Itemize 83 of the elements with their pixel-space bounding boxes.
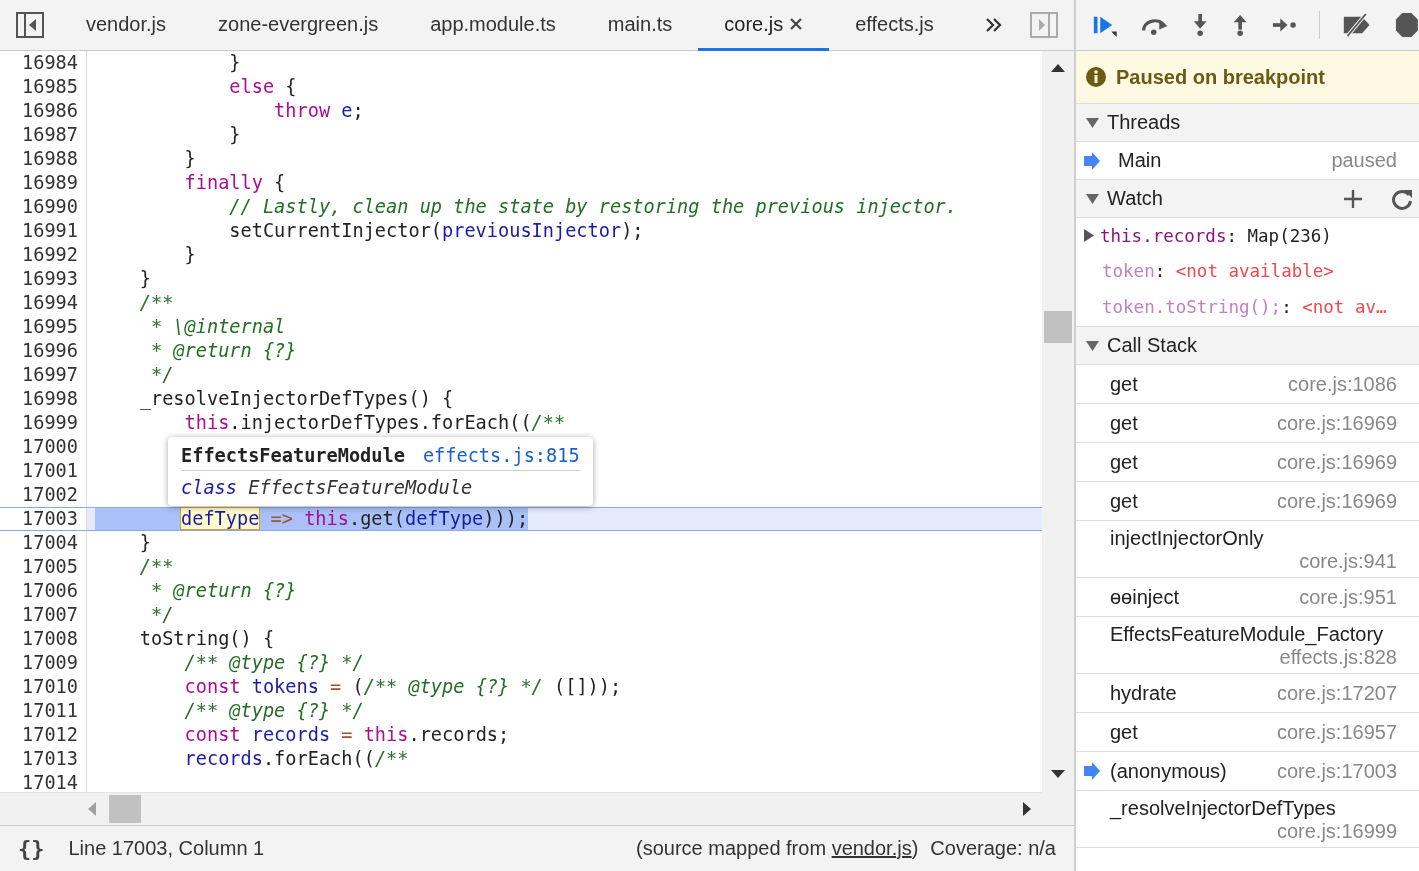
code-line: const records = this.records; (183, 723, 510, 747)
close-icon[interactable] (789, 17, 804, 31)
watch-expression: token: <not available> (1102, 260, 1334, 281)
watch-expression: token.toString();: <not av… (1102, 297, 1387, 317)
code-line: } (228, 51, 241, 75)
line-number: 17003 (0, 508, 87, 530)
frame-location[interactable]: core.js:16969 (1276, 411, 1397, 435)
collapse-triangle-icon[interactable] (1086, 192, 1099, 205)
frame-location[interactable]: core.js:1086 (1288, 372, 1397, 396)
source-link[interactable]: effects.js:815 (422, 445, 580, 466)
collapse-triangle-icon[interactable] (1086, 116, 1099, 129)
code-line: } (138, 267, 151, 291)
source-link[interactable]: vendor.js (831, 837, 912, 859)
frame-name[interactable]: hydrate (1110, 681, 1277, 705)
code-line: finally { (183, 171, 286, 195)
frame-location[interactable]: core.js:16957 (1276, 720, 1397, 744)
code-line: /** (138, 555, 174, 579)
code-line: */ (149, 603, 174, 627)
scroll-up-icon[interactable] (1050, 63, 1066, 73)
pretty-print-button[interactable]: {} (18, 836, 45, 861)
code-line: * \@internal (149, 315, 286, 339)
collapse-triangle-icon[interactable] (1086, 339, 1099, 352)
code-line: * @return {?} (149, 339, 297, 363)
expand-triangle-icon[interactable] (1084, 229, 1094, 242)
file-tab[interactable]: core.js (698, 0, 830, 51)
code-line: this.injectorDefTypes.forEach((/** (183, 411, 566, 435)
add-icon[interactable] (1343, 188, 1363, 209)
code-line: } (183, 147, 196, 171)
frame-name[interactable]: _resolveInjectorDefTypes (1110, 797, 1397, 820)
paused-message: Paused on breakpoint (1116, 65, 1325, 89)
frame-name[interactable]: get (1110, 450, 1277, 474)
thread-name[interactable]: Main (1118, 149, 1332, 172)
code-line: // Lastly, clean up the state by restoring the previous injector. (228, 195, 957, 219)
code-line: } (183, 243, 196, 267)
watch-expression: this.records: Map(236) (1100, 225, 1332, 246)
code-line: /** (138, 291, 174, 315)
file-tab[interactable]: effects.js (829, 0, 960, 51)
code-line: setCurrentInjector(previousInjector); (228, 219, 644, 243)
frame-location[interactable]: core.js:17003 (1276, 759, 1397, 783)
cursor-position: Line 17003, Column 1 (68, 837, 265, 860)
code-line: else { (228, 75, 297, 99)
code-line: _resolveInjectorDefTypes() { (138, 387, 454, 411)
frame-location[interactable]: core.js:941 (1084, 550, 1397, 573)
frame-name[interactable]: ɵɵinject (1110, 585, 1300, 609)
frame-location[interactable]: effects.js:828 (1084, 646, 1397, 669)
scrollbar-thumb[interactable] (109, 795, 141, 823)
scrollbar-thumb[interactable] (1044, 311, 1072, 343)
tooltip-signature: class EffectsFeatureModule (181, 476, 474, 498)
code-line: } (138, 531, 151, 555)
frame-location[interactable]: core.js:16969 (1276, 450, 1397, 474)
thread-status: paused (1331, 149, 1397, 172)
tooltip-title: EffectsFeatureModule (181, 445, 405, 466)
frame-location[interactable]: core.js:17207 (1276, 681, 1397, 705)
scroll-down-icon[interactable] (1050, 769, 1066, 779)
source-map-info: (source mapped from vendor.js) (636, 837, 919, 860)
code-line: /** @type {?} */ (183, 699, 364, 723)
scroll-right-icon[interactable] (1022, 801, 1032, 817)
code-line: } (228, 123, 241, 147)
code-line: * @return {?} (149, 579, 297, 603)
frame-name[interactable]: get (1110, 411, 1277, 435)
file-tab[interactable]: main.ts (581, 0, 699, 51)
stop-sign-icon[interactable] (1395, 11, 1419, 39)
code-line: */ (149, 363, 174, 387)
code-line: throw e; (273, 99, 364, 123)
frame-name[interactable]: EffectsFeatureModule_Factory (1110, 623, 1397, 646)
code-line: records.forEach((/** (183, 747, 409, 771)
code-line: /** @type {?} */ (183, 651, 364, 675)
refresh-icon[interactable] (1391, 187, 1413, 210)
frame-name[interactable]: get (1110, 372, 1289, 396)
frame-name[interactable]: injectInjectorOnly (1110, 527, 1397, 550)
file-tab[interactable]: vendor.js (60, 0, 193, 51)
frame-location[interactable]: core.js:951 (1299, 585, 1397, 609)
coverage-info: Coverage: n/a (930, 837, 1056, 860)
frame-name[interactable]: (anonymous) (1110, 759, 1277, 783)
file-tab[interactable]: zone-evergreen.js (192, 0, 405, 51)
code-line: const tokens = (/** @type {?} */ ([])); (183, 675, 622, 699)
info-icon (1086, 67, 1106, 87)
frame-location[interactable]: core.js:16969 (1276, 489, 1397, 513)
frame-location[interactable]: core.js:16999 (1084, 820, 1397, 843)
code-line: toString() { (138, 627, 275, 651)
frame-name[interactable]: get (1110, 720, 1277, 744)
file-tab[interactable]: app.module.ts (404, 0, 582, 51)
frame-name[interactable]: get (1110, 489, 1277, 513)
